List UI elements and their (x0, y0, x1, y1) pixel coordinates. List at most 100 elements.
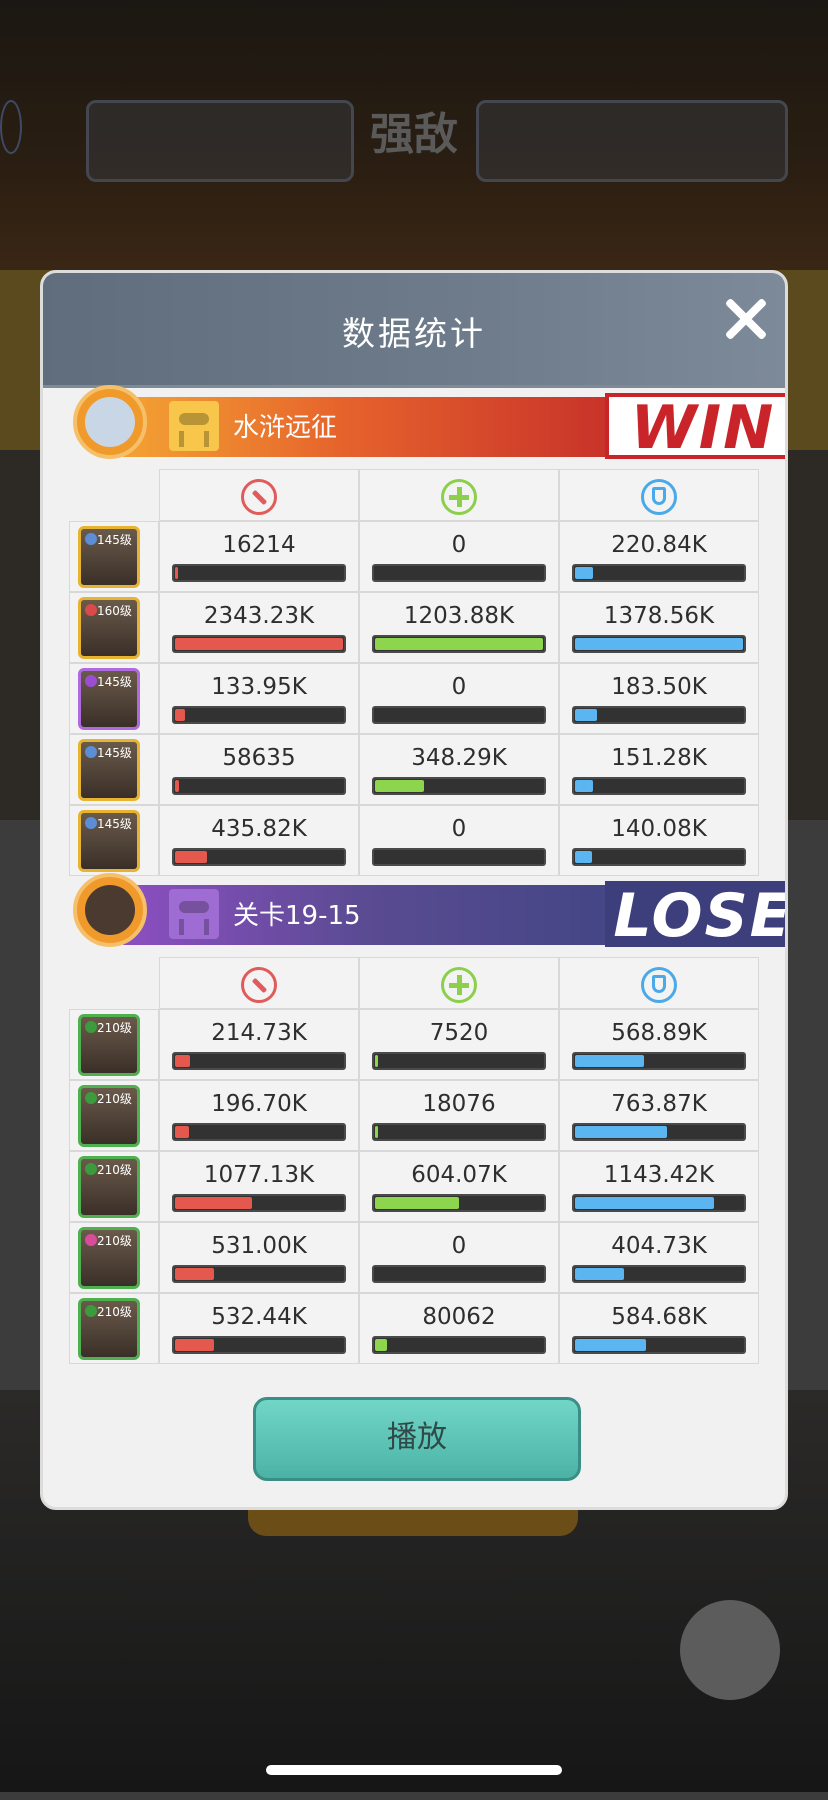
rarity-gem-icon (85, 604, 97, 616)
stat-bar-heal (372, 564, 546, 582)
stat-value-heal: 18076 (422, 1091, 496, 1117)
stat-value-damage: 2343.23K (203, 603, 315, 629)
stat-cell-heal: 604.07K (359, 1151, 559, 1222)
stat-cell-damage: 2343.23K (159, 592, 359, 663)
hero-portrait-cell[interactable]: 210级 (69, 1293, 159, 1364)
stat-value-defense: 1378.56K (603, 603, 715, 629)
stat-header-defense (559, 469, 759, 521)
close-button[interactable] (721, 295, 769, 343)
stat-bar-fill (175, 1197, 252, 1209)
stat-cell-defense: 183.50K (559, 663, 759, 734)
plus-icon (441, 967, 477, 1003)
rarity-gem-icon (85, 1021, 97, 1033)
hero-portrait-cell[interactable]: 145级 (69, 663, 159, 734)
hero-portrait-cell[interactable]: 210级 (69, 1151, 159, 1222)
stat-value-damage: 133.95K (211, 674, 307, 700)
hero-portrait: 145级 (78, 739, 140, 801)
hero-portrait-cell[interactable]: 210级 (69, 1222, 159, 1293)
stat-bar-heal (372, 848, 546, 866)
stat-value-heal: 0 (451, 532, 467, 558)
hero-portrait: 145级 (78, 526, 140, 588)
stat-cell-defense: 568.89K (559, 1009, 759, 1080)
stat-bar-defense (572, 1123, 746, 1141)
hero-portrait: 160级 (78, 597, 140, 659)
stat-value-defense: 584.68K (611, 1304, 707, 1330)
stat-bar-fill (375, 1339, 387, 1351)
team-header-win: 水浒远征 WIN (73, 385, 785, 459)
hero-level: 210级 (97, 1092, 132, 1106)
stat-bar-heal (372, 706, 546, 724)
stat-bar-defense (572, 1336, 746, 1354)
hero-portrait-cell[interactable]: 145级 (69, 521, 159, 592)
stat-cell-damage: 531.00K (159, 1222, 359, 1293)
stat-value-defense: 763.87K (611, 1091, 707, 1117)
stat-bar-damage (172, 635, 346, 653)
stat-value-heal: 7520 (429, 1020, 489, 1046)
stat-bar-damage (172, 1194, 346, 1212)
stat-bar-defense (572, 1052, 746, 1070)
background-round-button (680, 1600, 780, 1700)
stat-cell-damage: 133.95K (159, 663, 359, 734)
hero-portrait: 145级 (78, 810, 140, 872)
stat-value-damage: 58635 (222, 745, 296, 771)
stat-bar-defense (572, 848, 746, 866)
stat-bar-heal (372, 777, 546, 795)
stat-bar-fill (575, 638, 743, 650)
stat-value-damage: 531.00K (211, 1233, 307, 1259)
stat-value-heal: 1203.88K (403, 603, 515, 629)
stat-bar-damage (172, 848, 346, 866)
play-button[interactable]: 播放 (253, 1397, 581, 1481)
rarity-gem-icon (85, 675, 97, 687)
stat-cell-heal: 0 (359, 805, 559, 876)
stat-cell-damage: 532.44K (159, 1293, 359, 1364)
sword-icon (241, 479, 277, 515)
stat-bar-damage (172, 564, 346, 582)
stat-bar-damage (172, 1336, 346, 1354)
stat-cell-defense: 584.68K (559, 1293, 759, 1364)
stat-cell-damage: 1077.13K (159, 1151, 359, 1222)
stat-cell-defense: 1378.56K (559, 592, 759, 663)
stat-bar-fill (175, 567, 178, 579)
stat-cell-damage: 214.73K (159, 1009, 359, 1080)
stat-bar-fill (375, 638, 543, 650)
stat-bar-heal (372, 1194, 546, 1212)
stat-cell-damage: 16214 (159, 521, 359, 592)
team-name: 水浒远征 (233, 413, 338, 443)
stat-bar-damage (172, 1052, 346, 1070)
hero-portrait: 145级 (78, 668, 140, 730)
stat-bar-fill (575, 1268, 624, 1280)
hero-portrait: 210级 (78, 1014, 140, 1076)
stat-bar-defense (572, 706, 746, 724)
stat-cell-heal: 0 (359, 521, 559, 592)
stat-header-defense (559, 957, 759, 1009)
stat-cell-heal: 18076 (359, 1080, 559, 1151)
stat-bar-fill (575, 567, 593, 579)
stat-bar-fill (575, 1197, 714, 1209)
stat-cell-heal: 7520 (359, 1009, 559, 1080)
stat-cell-damage: 196.70K (159, 1080, 359, 1151)
background-title: 强敌 (370, 109, 458, 160)
hero-portrait-cell[interactable]: 210级 (69, 1080, 159, 1151)
stat-bar-heal (372, 635, 546, 653)
stat-bar-damage (172, 777, 346, 795)
stat-cell-heal: 80062 (359, 1293, 559, 1364)
stat-header-heal (359, 469, 559, 521)
stat-bar-damage (172, 1265, 346, 1283)
shield-icon (641, 479, 677, 515)
stat-cell-heal: 348.29K (359, 734, 559, 805)
hero-portrait-cell[interactable]: 145级 (69, 734, 159, 805)
stat-value-defense: 151.28K (611, 745, 707, 771)
hero-level: 210级 (97, 1021, 132, 1035)
stat-value-defense: 220.84K (611, 532, 707, 558)
stat-bar-damage (172, 1123, 346, 1141)
rarity-gem-icon (85, 746, 97, 758)
hero-portrait-cell[interactable]: 210级 (69, 1009, 159, 1080)
hero-portrait-cell[interactable]: 160级 (69, 592, 159, 663)
hero-level: 145级 (97, 533, 132, 547)
team-banner-icon (169, 889, 219, 939)
team-name: 关卡19-15 (233, 901, 361, 931)
stat-cell-defense: 763.87K (559, 1080, 759, 1151)
hero-portrait-cell[interactable]: 145级 (69, 805, 159, 876)
hero-portrait: 210级 (78, 1227, 140, 1289)
hero-portrait: 210级 (78, 1085, 140, 1147)
